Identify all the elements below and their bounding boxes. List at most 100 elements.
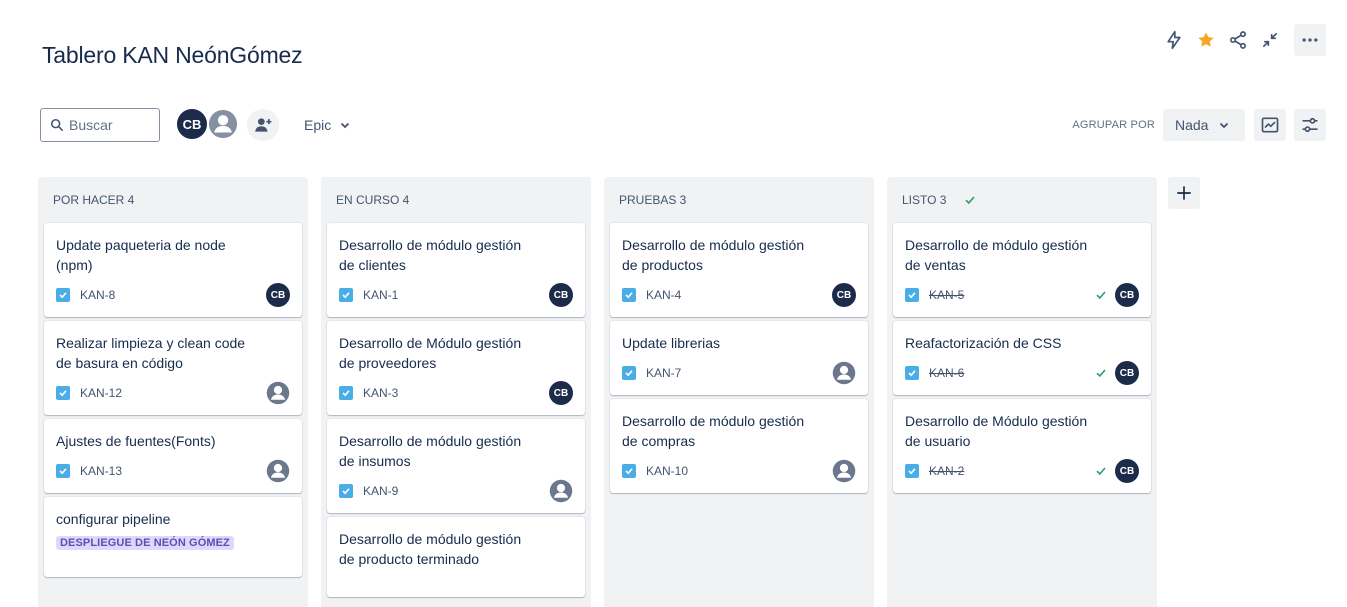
issue-card[interactable]: Desarrollo de módulo gestión de ventas K…	[893, 223, 1151, 317]
unassigned-avatar-icon[interactable]	[266, 459, 290, 483]
issue-key[interactable]: KAN-8	[80, 288, 115, 302]
column-header: EN CURSO 4	[327, 177, 585, 223]
chevron-down-icon	[1220, 122, 1229, 129]
done-check-icon	[1096, 291, 1106, 300]
card-title: Desarrollo de módulo gestión de compras	[622, 413, 805, 449]
issue-card[interactable]: Reafactorización de CSS KAN-6 CB	[893, 321, 1151, 395]
more-button[interactable]	[1294, 24, 1326, 56]
task-icon	[905, 288, 919, 302]
unassigned-avatar-icon[interactable]	[549, 479, 573, 503]
column-por-hacer[interactable]: POR HACER 4 Update paqueteria de node (n…	[38, 177, 308, 607]
insights-button[interactable]	[1254, 109, 1286, 141]
issue-card[interactable]: Desarrollo de Módulo gestión de proveedo…	[327, 321, 585, 415]
plus-icon	[1177, 186, 1191, 200]
unassigned-avatar-icon[interactable]	[832, 459, 856, 483]
task-icon	[339, 288, 353, 302]
add-column-button[interactable]	[1168, 177, 1200, 209]
issue-key[interactable]: KAN-6	[929, 366, 964, 380]
assignee-avatar[interactable]: CB	[1115, 361, 1139, 385]
issue-card[interactable]: Desarrollo de módulo gestión de insumos …	[327, 419, 585, 513]
card-title: Desarrollo de Módulo gestión de usuario	[905, 413, 1088, 449]
assignee-avatar[interactable]: CB	[1115, 283, 1139, 307]
assignee-avatar[interactable]: CB	[549, 283, 573, 307]
issue-card[interactable]: Desarrollo de módulo gestión de clientes…	[327, 223, 585, 317]
task-icon	[622, 366, 636, 380]
issue-card[interactable]: Ajustes de fuentes(Fonts) KAN-13	[44, 419, 302, 493]
issue-card[interactable]: Update paqueteria de node (npm) KAN-8 CB	[44, 223, 302, 317]
task-icon	[905, 366, 919, 380]
card-title: Desarrollo de módulo gestión de insumos	[339, 433, 522, 469]
column-listo[interactable]: LISTO 3 Desarrollo de módulo gestión de …	[887, 177, 1157, 607]
epic-filter-label: Epic	[304, 117, 332, 133]
issue-card[interactable]: Realizar limpieza y clean code de basura…	[44, 321, 302, 415]
card-footer: KAN-5 CB	[905, 283, 1139, 307]
done-check-icon	[965, 196, 976, 205]
issue-card[interactable]: Desarrollo de módulo gestión de producto…	[610, 223, 868, 317]
group-by-label: AGRUPAR POR	[1072, 119, 1155, 131]
card-title: Desarrollo de módulo gestión de producto…	[622, 237, 805, 273]
task-icon	[339, 484, 353, 498]
task-icon	[56, 386, 70, 400]
issue-card[interactable]: Desarrollo de módulo gestión de producto…	[327, 517, 585, 597]
card-title: configurar pipeline	[56, 511, 171, 527]
assignee-avatar[interactable]: CB	[1115, 459, 1139, 483]
card-footer: KAN-6 CB	[905, 361, 1139, 385]
chart-icon	[1261, 117, 1279, 133]
board-toolbar: CB Epic AGRUPAR POR Nada	[40, 107, 1326, 142]
automation-button[interactable]	[1158, 24, 1190, 56]
column-title: POR HACER 4	[53, 193, 135, 207]
avatar-cb[interactable]: CB	[175, 107, 209, 141]
assignee-avatar[interactable]: CB	[549, 381, 573, 405]
issue-card[interactable]: Desarrollo de Módulo gestión de usuario …	[893, 399, 1151, 493]
card-title: Update librerias	[622, 335, 721, 351]
board-title: Tablero KAN NeónGómez	[42, 42, 303, 68]
issue-key[interactable]: KAN-4	[646, 288, 681, 302]
card-title: Realizar limpieza y clean code de basura…	[56, 335, 246, 371]
assignee-avatar[interactable]: CB	[832, 283, 856, 307]
board-actions	[1158, 24, 1326, 56]
card-footer: KAN-3 CB	[339, 381, 573, 405]
issue-key[interactable]: KAN-12	[80, 386, 122, 400]
view-settings-button[interactable]	[1294, 109, 1326, 141]
more-icon	[1302, 38, 1318, 42]
epic-lozenge[interactable]: DESPLIEGUE DE NEÓN GÓMEZ	[56, 536, 234, 550]
card-title: Reafactorización de CSS	[905, 335, 1062, 351]
task-icon	[339, 386, 353, 400]
issue-key[interactable]: KAN-2	[929, 464, 964, 478]
search-input[interactable]	[69, 117, 157, 133]
issue-key[interactable]: KAN-10	[646, 464, 688, 478]
epic-filter[interactable]: Epic	[296, 108, 359, 142]
card-title: Update paqueteria de node (npm)	[56, 237, 226, 273]
add-people-button[interactable]	[247, 109, 279, 141]
group-by-select[interactable]: Nada	[1163, 109, 1245, 141]
column-title: PRUEBAS 3	[619, 193, 687, 207]
task-icon	[622, 464, 636, 478]
card-title: Desarrollo de módulo gestión de ventas	[905, 237, 1088, 273]
issue-card[interactable]: Desarrollo de módulo gestión de compras …	[610, 399, 868, 493]
card-title: Ajustes de fuentes(Fonts)	[56, 433, 216, 449]
search-box[interactable]	[40, 108, 160, 142]
issue-key[interactable]: KAN-5	[929, 288, 964, 302]
column-pruebas[interactable]: PRUEBAS 3 Desarrollo de módulo gestión d…	[604, 177, 874, 607]
unassigned-avatar-icon[interactable]	[266, 381, 290, 405]
star-button[interactable]	[1190, 24, 1222, 56]
issue-key[interactable]: KAN-3	[363, 386, 398, 400]
issue-card[interactable]: Update librerias KAN-7	[610, 321, 868, 395]
issue-card[interactable]: configurar pipeline DESPLIEGUE DE NEÓN G…	[44, 497, 302, 577]
column-en-curso[interactable]: EN CURSO 4 Desarrollo de módulo gestión …	[321, 177, 591, 607]
column-header: LISTO 3	[893, 177, 1151, 223]
share-button[interactable]	[1222, 24, 1254, 56]
unassigned-avatar-icon[interactable]	[832, 361, 856, 385]
avatar-unassigned[interactable]	[206, 107, 240, 141]
collapse-button[interactable]	[1254, 24, 1286, 56]
lightning-icon	[1167, 30, 1181, 50]
issue-key[interactable]: KAN-1	[363, 288, 398, 302]
star-icon	[1198, 32, 1214, 47]
column-header: POR HACER 4	[44, 177, 302, 223]
board-page: Tablero KAN NeónGómez CB Epi	[0, 0, 1347, 607]
assignee-avatar[interactable]: CB	[266, 283, 290, 307]
issue-key[interactable]: KAN-13	[80, 464, 122, 478]
issue-key[interactable]: KAN-9	[363, 484, 398, 498]
collapse-icon	[1262, 32, 1278, 48]
issue-key[interactable]: KAN-7	[646, 366, 681, 380]
